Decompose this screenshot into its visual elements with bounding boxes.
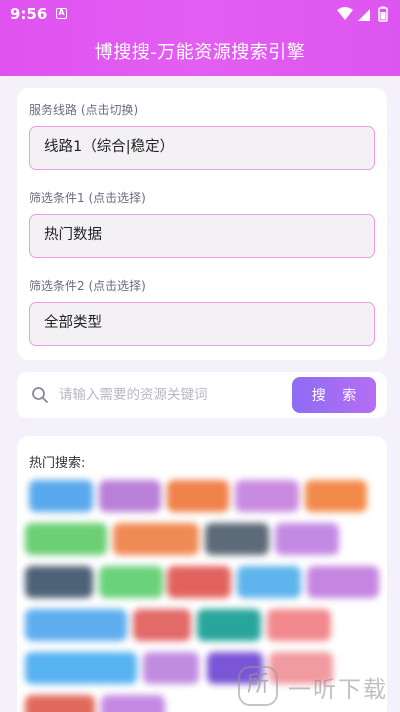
watermark-logo: 所: [238, 666, 278, 706]
filter1-select[interactable]: 热门数据: [29, 214, 375, 258]
hot-tag[interactable]: [25, 695, 95, 712]
hot-search-title: 热门搜索:: [29, 456, 86, 471]
hot-tag[interactable]: [167, 566, 231, 598]
status-bar: 9:56 A: [0, 0, 400, 28]
notification-a-icon: A: [56, 8, 67, 19]
status-icons: [337, 6, 388, 22]
signal-icon: [358, 9, 370, 21]
hot-tag[interactable]: [305, 480, 367, 512]
hot-tag[interactable]: [205, 523, 269, 555]
search-input[interactable]: [59, 382, 289, 408]
battery-icon: [378, 6, 388, 22]
hot-tag[interactable]: [25, 652, 137, 684]
hot-tag[interactable]: [267, 609, 331, 641]
hot-tag[interactable]: [235, 480, 299, 512]
hot-tag[interactable]: [113, 523, 199, 555]
page-title: 博搜搜-万能资源搜索引擎: [94, 42, 306, 63]
hot-tag[interactable]: [25, 609, 127, 641]
filter2-select[interactable]: 全部类型: [29, 302, 375, 346]
hot-tag[interactable]: [101, 695, 165, 712]
selector-card: 服务线路 (点击切换) 线路1（综合|稳定） 筛选条件1 (点击选择) 热门数据…: [17, 88, 387, 360]
hot-tag[interactable]: [99, 566, 163, 598]
wifi-icon: [337, 7, 353, 20]
service-route-select[interactable]: 线路1（综合|稳定）: [29, 126, 375, 170]
hot-tag[interactable]: [237, 566, 301, 598]
watermark-text: 一听下载: [288, 677, 388, 703]
search-button[interactable]: 搜 索: [292, 377, 376, 413]
filter2-label: 筛选条件2 (点击选择): [29, 279, 146, 293]
hot-tag[interactable]: [143, 652, 199, 684]
hot-tag[interactable]: [307, 566, 379, 598]
search-icon: [32, 387, 48, 403]
hot-tag[interactable]: [25, 523, 107, 555]
filter1-label: 筛选条件1 (点击选择): [29, 191, 146, 205]
hot-tag[interactable]: [29, 480, 93, 512]
status-time: 9:56: [10, 5, 48, 23]
hot-tag[interactable]: [99, 480, 161, 512]
app-header: 9:56 A 博搜搜-万能资源搜索引擎: [0, 0, 400, 76]
hot-tag[interactable]: [197, 609, 261, 641]
hot-tag[interactable]: [25, 566, 93, 598]
hot-tag[interactable]: [133, 609, 191, 641]
hot-tag[interactable]: [167, 480, 229, 512]
watermark: 所 一听下载: [238, 664, 398, 708]
search-bar: 搜 索: [17, 372, 387, 418]
hot-tag[interactable]: [275, 523, 339, 555]
service-route-label: 服务线路 (点击切换): [29, 103, 139, 117]
